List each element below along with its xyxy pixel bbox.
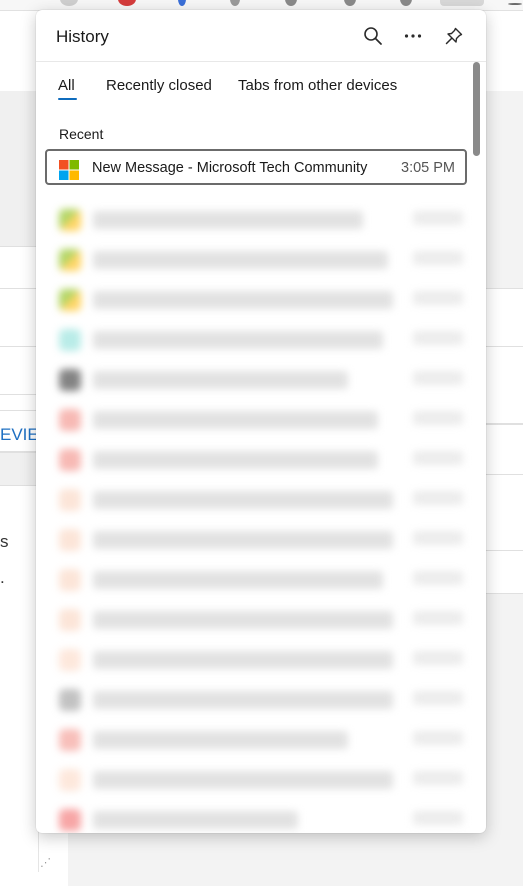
page-right-band [486,346,523,424]
flyout-scrollbar-track[interactable] [471,62,483,832]
page-right-band [486,288,523,348]
toolbar-history-icon[interactable] [440,0,484,6]
history-item[interactable] [51,445,471,475]
section-heading-recent: Recent [59,126,104,142]
history-flyout: History All Recently closed Tabs from ot… [36,10,486,833]
header-divider [36,61,486,62]
favicon-icon [59,369,81,391]
page-right-band [486,424,523,476]
tab-all-underline [58,98,77,100]
favicon-icon [59,569,81,591]
page-link-fragment[interactable]: EVIE [0,425,39,445]
history-item[interactable] [51,565,471,595]
toolbar-heart-icon[interactable] [285,0,297,6]
toolbar-menu-icon[interactable] [508,3,522,5]
page-right-band [486,550,523,594]
favicon-icon [59,609,81,631]
history-item[interactable] [51,605,471,635]
favicon-icon [59,249,81,271]
favicon-icon [59,409,81,431]
favicon-icon [59,529,81,551]
favicon-icon [59,449,81,471]
favicon-icon [59,809,81,831]
tab-all[interactable]: All [58,77,75,94]
microsoft-logo-icon [59,160,79,180]
favicon-icon [59,689,81,711]
history-item[interactable] [51,205,471,235]
flyout-scrollbar-thumb[interactable] [473,62,480,156]
history-item[interactable] [51,725,471,755]
favicon-icon [59,649,81,671]
tab-recently-closed[interactable]: Recently closed [106,77,212,94]
favicon-icon [59,489,81,511]
resize-grip-icon[interactable]: ⋰ [40,856,54,870]
history-item[interactable] [51,485,471,515]
toolbar-star-icon[interactable] [344,0,356,6]
more-options-button[interactable] [399,22,427,50]
toolbar-extension-icon[interactable] [60,0,78,6]
page-text-fragment: . [0,568,5,587]
flyout-title: History [56,27,109,46]
history-item[interactable] [51,525,471,555]
favicon-icon [59,329,81,351]
page-right-band [486,474,523,552]
history-item[interactable] [51,285,471,315]
favicon-icon [59,769,81,791]
search-icon [364,27,382,45]
history-item[interactable] [51,765,471,795]
history-item-time: 3:05 PM [401,160,455,176]
toolbar-record-icon[interactable] [118,0,136,6]
history-item[interactable] [51,365,471,395]
favicon-icon [59,729,81,751]
history-item[interactable] [51,245,471,275]
toolbar-collections-icon[interactable] [400,0,412,6]
pin-icon [445,27,463,45]
toolbar-diamond-icon[interactable] [230,0,240,6]
history-item[interactable] [51,805,471,833]
toolbar-pen-icon[interactable] [178,0,186,6]
history-item[interactable] [51,325,471,355]
pin-flyout-button[interactable] [440,22,468,50]
page-text-fragment: s [0,532,9,551]
more-horizontal-icon [404,34,422,38]
history-item[interactable] [51,685,471,715]
history-item-selected[interactable]: New Message - Microsoft Tech Community 3… [45,149,467,185]
search-history-button[interactable] [359,22,387,50]
tab-other-devices[interactable]: Tabs from other devices [238,77,397,94]
history-item[interactable] [51,645,471,675]
history-item[interactable] [51,405,471,435]
favicon-icon [59,289,81,311]
favicon-icon [59,209,81,231]
history-item-title: New Message - Microsoft Tech Community [92,160,368,176]
